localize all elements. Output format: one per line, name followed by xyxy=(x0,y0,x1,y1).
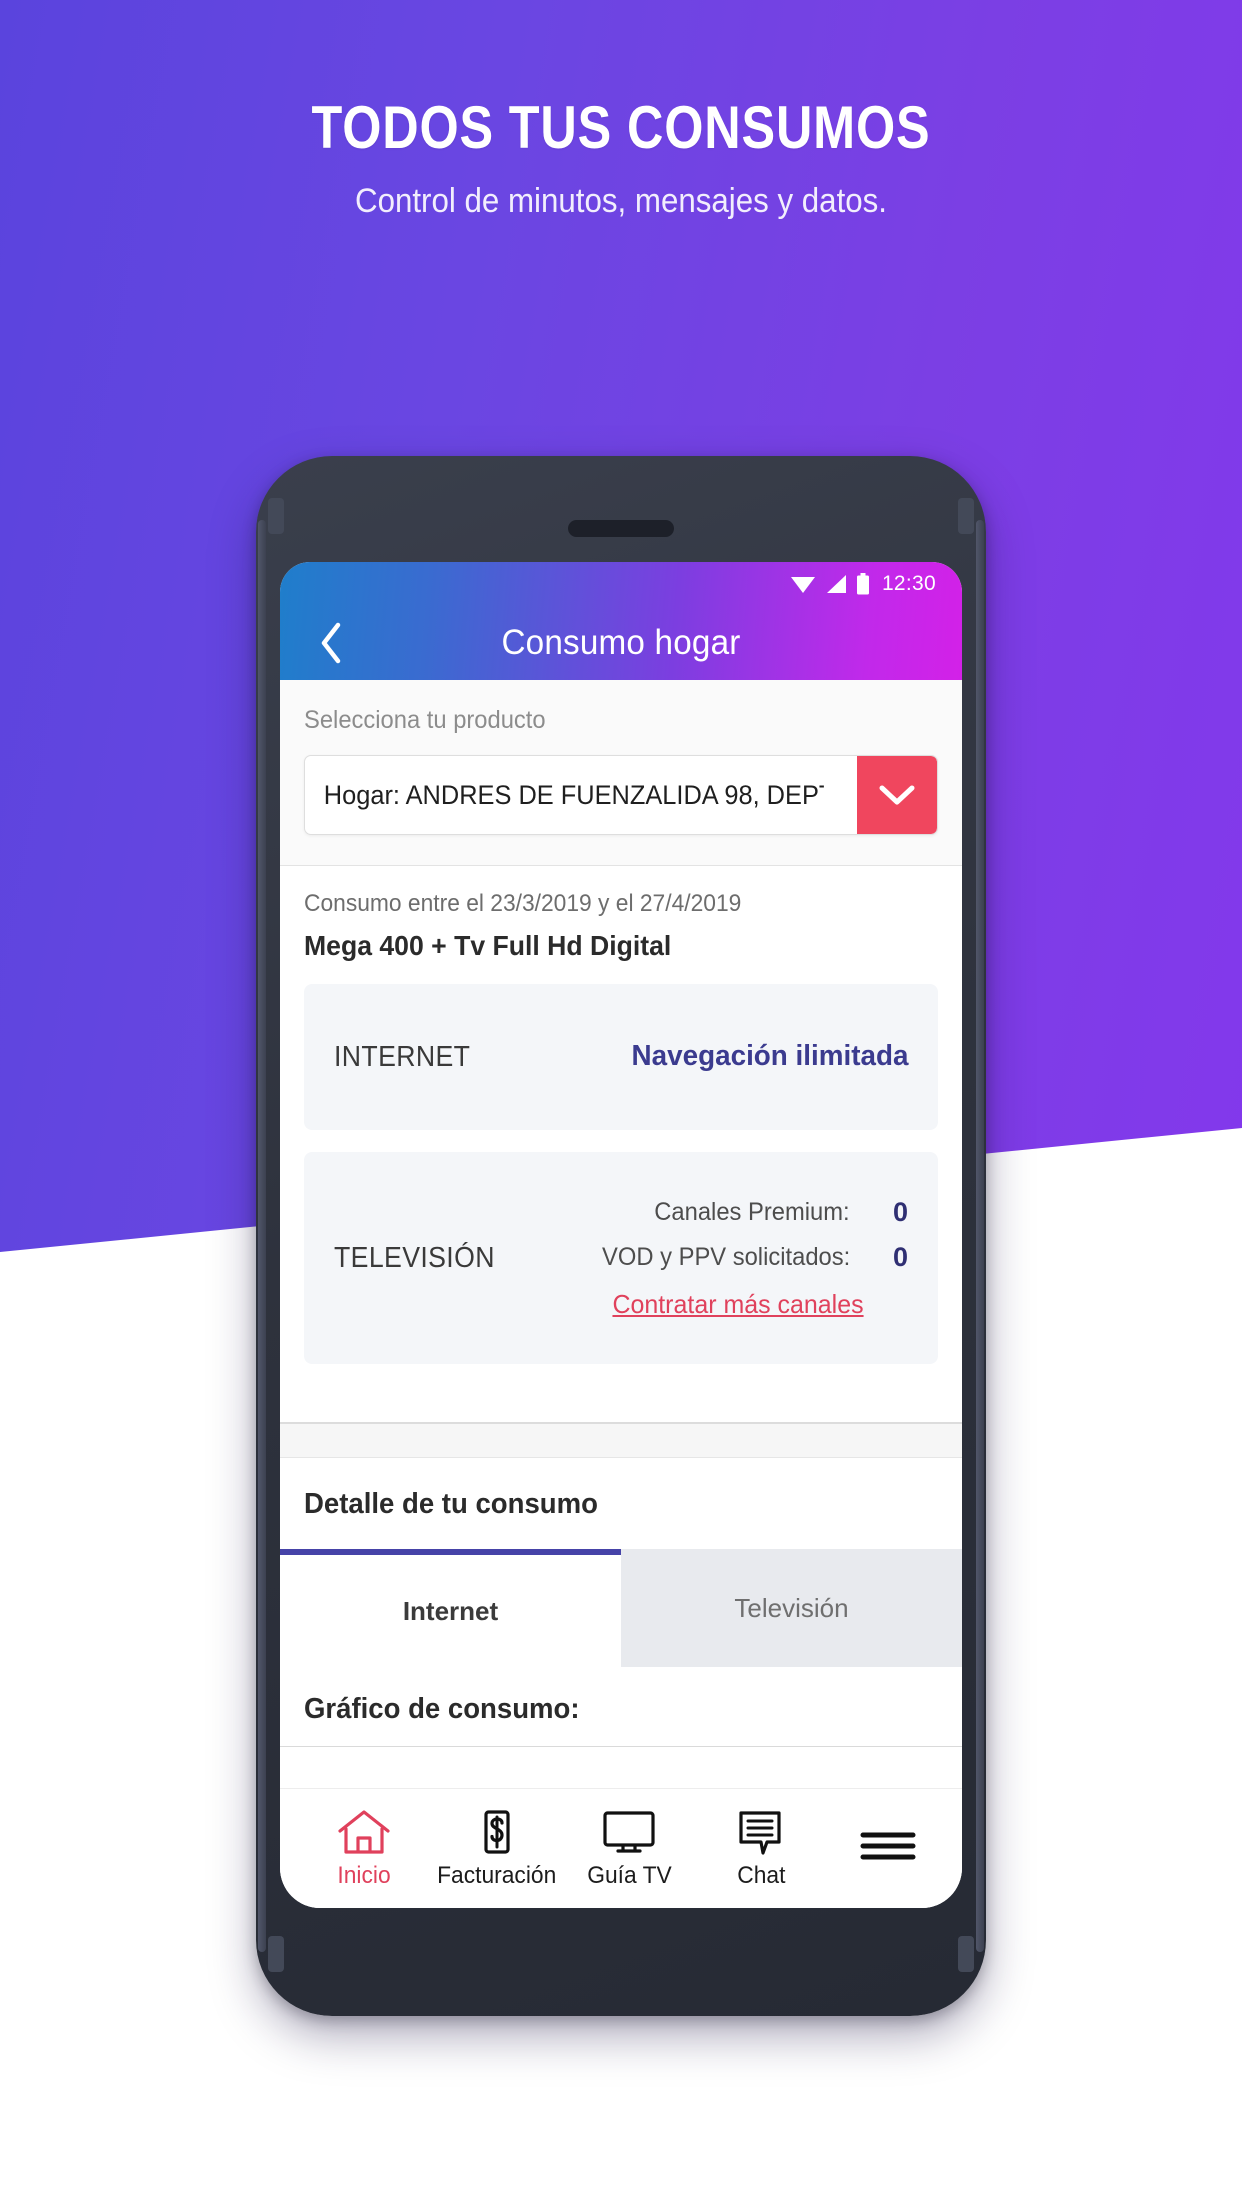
phone-mockup: 12:30 Consumo hogar Selecciona tu produc… xyxy=(256,456,986,2016)
phone-antenna-nub xyxy=(958,498,974,534)
content-scroll-area[interactable]: Consumo entre el 23/3/2019 y el 27/4/201… xyxy=(280,866,962,1788)
tab-television[interactable]: Televisión xyxy=(621,1549,962,1667)
home-icon xyxy=(338,1809,390,1854)
nav-label: Chat xyxy=(737,1861,786,1889)
consumption-period: Consumo entre el 23/3/2019 y el 27/4/201… xyxy=(304,890,742,917)
tv-row-vod: VOD y PPV solicitados: 0 xyxy=(544,1242,908,1273)
status-time: 12:30 xyxy=(881,572,936,595)
nav-item-facturacion[interactable]: Facturación xyxy=(431,1808,564,1890)
section-divider xyxy=(280,1394,962,1424)
phone-screen: 12:30 Consumo hogar Selecciona tu produc… xyxy=(280,562,962,1908)
hamburger-menu-icon xyxy=(860,1832,916,1859)
nav-label: Guía TV xyxy=(587,1861,672,1889)
app-bar: Consumo hogar xyxy=(280,606,962,680)
plan-name: Mega 400 + Tv Full Hd Digital xyxy=(304,930,672,961)
detail-tabs: Internet Televisión xyxy=(280,1549,962,1667)
wifi-icon xyxy=(790,577,815,593)
phone-edge-left xyxy=(258,520,266,1952)
product-selector-label: Selecciona tu producto xyxy=(304,706,546,734)
page-title: Consumo hogar xyxy=(501,623,741,662)
app-top-band: 12:30 Consumo hogar xyxy=(280,562,962,680)
promo-text-block: TODOS TUS CONSUMOS Control de minutos, m… xyxy=(0,0,1242,222)
nav-item-guia-tv[interactable]: Guía TV xyxy=(563,1808,696,1890)
signal-icon xyxy=(826,575,846,593)
nav-item-menu[interactable] xyxy=(828,1822,948,1876)
nav-label: Inicio xyxy=(337,1861,391,1889)
phone-antenna-nub xyxy=(958,1936,974,1972)
tv-row-premium: Canales Premium: 0 xyxy=(544,1197,908,1228)
battery-icon xyxy=(856,573,869,595)
usage-card-internet: INTERNET Navegación ilimitada xyxy=(304,984,938,1130)
detail-header-block: Detalle de tu consumo xyxy=(280,1458,962,1549)
promo-subtitle: Control de minutos, mensajes y datos. xyxy=(354,182,888,220)
phone-antenna-nub xyxy=(268,1936,284,1972)
phone-antenna-nub xyxy=(268,498,284,534)
promo-title: TODOS TUS CONSUMOS xyxy=(311,94,931,161)
usage-card-values: Canales Premium: 0 VOD y PPV solicitados… xyxy=(544,1197,908,1320)
section-divider-band xyxy=(280,1424,962,1458)
usage-card-title: INTERNET xyxy=(334,1040,471,1073)
chat-bubble-icon xyxy=(739,1810,781,1855)
internet-highlight: Navegación ilimitada xyxy=(631,1040,908,1073)
phone-edge-right xyxy=(976,520,984,1952)
tv-row-label: VOD y PPV solicitados: xyxy=(601,1242,850,1271)
product-select-arrow[interactable] xyxy=(857,756,937,834)
bottom-navigation: Inicio Facturación Guía TV Chat xyxy=(280,1788,962,1908)
tab-internet[interactable]: Internet xyxy=(280,1549,621,1667)
usage-card-title: TELEVISIÓN xyxy=(334,1241,495,1274)
chart-section-title: Gráfico de consumo: xyxy=(304,1693,580,1725)
status-bar: 12:30 xyxy=(280,562,962,606)
product-select-value: Hogar: ANDRES DE FUENZALIDA 98, DEPTO xyxy=(323,779,824,810)
chevron-down-icon xyxy=(879,785,915,805)
tv-row-value: 0 xyxy=(892,1196,908,1227)
nav-label: Facturación xyxy=(437,1861,557,1889)
earpiece-speaker xyxy=(568,520,674,537)
monitor-icon xyxy=(603,1810,655,1853)
chart-header-block: Gráfico de consumo: xyxy=(280,1667,962,1747)
usage-card-television: TELEVISIÓN Canales Premium: 0 VOD y PPV … xyxy=(304,1152,938,1364)
consumption-range-block: Consumo entre el 23/3/2019 y el 27/4/201… xyxy=(280,866,962,962)
nav-item-chat[interactable]: Chat xyxy=(696,1808,829,1890)
bill-dollar-icon xyxy=(484,1809,510,1854)
usage-card-values: Navegación ilimitada xyxy=(544,1039,908,1074)
contract-more-channels-link[interactable]: Contratar más canales xyxy=(613,1289,864,1320)
tv-row-value: 0 xyxy=(892,1241,908,1272)
detail-section-title: Detalle de tu consumo xyxy=(304,1488,598,1520)
tv-row-label: Canales Premium: xyxy=(654,1197,850,1226)
nav-item-inicio[interactable]: Inicio xyxy=(298,1808,431,1890)
product-selector-block: Selecciona tu producto Hogar: ANDRES DE … xyxy=(280,680,962,866)
product-select[interactable]: Hogar: ANDRES DE FUENZALIDA 98, DEPTO xyxy=(304,755,938,835)
